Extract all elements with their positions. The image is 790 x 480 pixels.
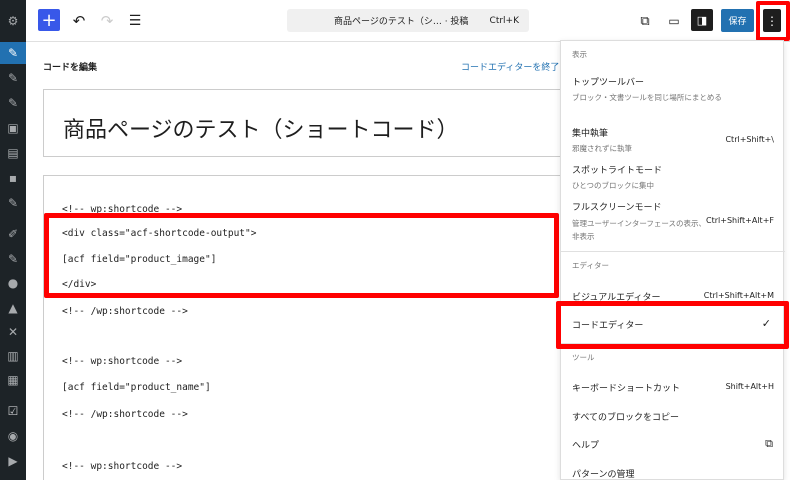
admin-sidebar: ⚙ ✎ ✎ ✎ ▣ ▤ ▪ ✎ ✐ ✎ ● ▲ ✕ ▥ ▦ ☑ ◉ ▶ <box>0 0 26 480</box>
menu-item-label: フルスクリーンモード <box>572 203 662 213</box>
menu-item-label: ヘルプ <box>572 441 600 451</box>
menu-item-shortcut: Ctrl+Shift+\ <box>725 135 774 144</box>
wrench-icon[interactable]: ✕ <box>0 321 26 343</box>
users-icon[interactable]: ● <box>0 272 26 294</box>
command-shortcut: Ctrl+K <box>489 15 519 26</box>
options-menu: 表示 トップツールバー ブロック・文書ツールを同じ場所にまとめる 集中執筆 邪魔… <box>560 40 785 480</box>
grid-icon[interactable]: ▦ <box>0 369 26 391</box>
menu-item-spotlight[interactable]: スポットライトモード ひとつのブロックに集中 <box>561 160 785 192</box>
add-block-button[interactable]: + <box>38 9 60 31</box>
list-view-icon[interactable]: ☰ <box>124 8 146 34</box>
highlight-more-options <box>756 1 790 41</box>
command-title: 商品ページのテスト（シ… · 投稿 <box>334 17 469 27</box>
pin-icon[interactable]: ✎ <box>0 92 26 114</box>
pin-icon[interactable]: ✎ <box>0 42 26 64</box>
view-post-icon[interactable]: ⧉ <box>636 8 654 34</box>
code-line: <!-- wp:shortcode --> <box>62 356 183 367</box>
menu-item-fullscreen[interactable]: フルスクリーンモード 管理ユーザーインターフェースの表示、非表示 Ctrl+Sh… <box>561 197 785 247</box>
import-icon[interactable]: ▥ <box>0 345 26 367</box>
menu-item-keyboard-shortcuts[interactable]: キーボードショートカット Shift+Alt+H <box>561 376 785 400</box>
command-palette[interactable]: 商品ページのテスト（シ… · 投稿 Ctrl+K <box>287 9 529 32</box>
preview-icon[interactable]: ▭ <box>665 8 683 34</box>
menu-item-shortcut: Shift+Alt+H <box>725 382 774 391</box>
editor-toolbar: + ↶ ↷ ☰ 商品ページのテスト（シ… · 投稿 Ctrl+K ⧉ ▭ ◨ 保… <box>26 0 790 42</box>
eye-icon[interactable]: ◉ <box>0 425 26 447</box>
menu-item-desc: ひとつのブロックに集中 <box>572 181 654 190</box>
menu-item-label: 集中執筆 <box>572 129 609 139</box>
post-title-field[interactable]: 商品ページのテスト（ショートコード） <box>43 89 603 157</box>
code-editor-heading: コードを編集 <box>43 63 98 73</box>
code-line: <!-- wp:shortcode --> <box>62 461 183 472</box>
menu-item-focus[interactable]: 集中執筆 邪魔されずに執筆 Ctrl+Shift+\ <box>561 123 785 159</box>
menu-item-shortcut: Ctrl+Shift+Alt+F <box>706 216 774 225</box>
highlight-code-editor-item <box>556 301 789 349</box>
save-button[interactable]: 保存 <box>721 9 754 32</box>
comments-icon[interactable]: ▪ <box>0 167 26 189</box>
post-title: 商品ページのテスト（ショートコード） <box>63 118 459 143</box>
menu-item-label: トップツールバー <box>572 78 645 88</box>
media-icon[interactable]: ▣ <box>0 117 26 139</box>
code-line: <!-- /wp:shortcode --> <box>62 306 188 317</box>
menu-item-desc: 邪魔されずに執筆 <box>572 144 632 153</box>
menu-item-help[interactable]: ヘルプ ⧉ <box>561 433 785 457</box>
code-line: [acf field="product_name"] <box>62 382 211 393</box>
play-icon[interactable]: ▶ <box>0 450 26 472</box>
code-line: <!-- /wp:shortcode --> <box>62 409 188 420</box>
highlight-code-block <box>44 213 559 298</box>
pages-icon[interactable]: ▤ <box>0 142 26 164</box>
menu-item-top-toolbar[interactable]: トップツールバー ブロック・文書ツールを同じ場所にまとめる <box>561 71 785 121</box>
pin-icon[interactable]: ✎ <box>0 192 26 214</box>
menu-item-copy-all-blocks[interactable]: すべてのブロックをコピー <box>561 405 785 429</box>
settings-icon[interactable]: ◨ <box>691 9 713 31</box>
exit-code-editor-link[interactable]: コードエディターを終了 <box>461 60 559 73</box>
check-icon[interactable]: ☑ <box>0 400 26 422</box>
menu-item-label: キーボードショートカット <box>572 384 681 394</box>
menu-group-editor: エディター <box>572 261 609 270</box>
menu-item-label: パターンの管理 <box>572 470 635 480</box>
tools-icon[interactable]: ✐ <box>0 223 26 245</box>
menu-item-label: すべてのブロックをコピー <box>572 413 680 423</box>
menu-divider <box>561 251 785 252</box>
menu-group-tools: ツール <box>572 353 595 362</box>
lock-icon[interactable]: ▲ <box>0 297 26 319</box>
external-link-icon: ⧉ <box>765 437 773 450</box>
gear-icon[interactable]: ⚙ <box>0 10 26 32</box>
menu-item-label: スポットライトモード <box>572 166 663 176</box>
menu-item-manage-patterns[interactable]: パターンの管理 <box>561 462 785 480</box>
redo-icon[interactable]: ↷ <box>96 8 118 34</box>
pin-icon[interactable]: ✎ <box>0 67 26 89</box>
menu-group-view: 表示 <box>572 50 587 59</box>
menu-item-shortcut: Ctrl+Shift+Alt+M <box>703 291 774 300</box>
menu-item-desc: 管理ユーザーインターフェースの表示、非表示 <box>572 219 707 241</box>
brush-icon[interactable]: ✎ <box>0 248 26 270</box>
menu-item-desc: ブロック・文書ツールを同じ場所にまとめる <box>572 93 722 102</box>
undo-icon[interactable]: ↶ <box>68 8 90 34</box>
